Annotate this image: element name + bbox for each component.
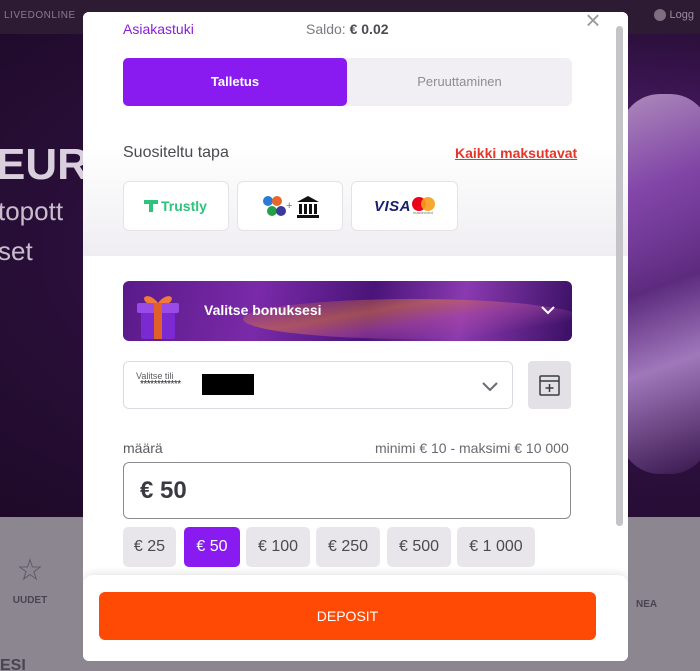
preset-amount-250[interactable]: € 250	[316, 527, 380, 567]
hero-subheading-2: set	[0, 236, 33, 266]
amount-input[interactable]	[123, 462, 571, 519]
preset-amount-500[interactable]: € 500	[387, 527, 451, 567]
background-nav-right: NEA	[636, 599, 658, 610]
bonus-selector[interactable]: Valitse bonuksesi	[123, 281, 572, 341]
preferred-method-title: Suositeltu tapa	[123, 144, 229, 161]
hero-heading: EUR	[0, 140, 89, 189]
amount-limits: minimi € 10 - maksimi € 10 000	[375, 440, 569, 456]
payment-method-bank[interactable]: +	[237, 181, 343, 231]
tab-withdraw[interactable]: Peruuttaminen	[347, 58, 572, 106]
balance-label: Saldo:	[306, 21, 346, 37]
star-icon: ☆	[16, 554, 44, 587]
bank-transfer-icon: +	[263, 195, 319, 219]
trustly-logo: Trustly	[144, 198, 207, 214]
payment-method-card[interactable]: VISA mastercard	[351, 181, 458, 231]
chevron-down-icon	[541, 306, 555, 315]
bonus-selector-label: Valitse bonuksesi	[204, 302, 322, 318]
tab-bar: Talletus Peruuttaminen	[123, 58, 572, 106]
hero-subheading: topott	[0, 196, 64, 226]
modal-footer: DEPOSIT	[83, 575, 628, 661]
balance-value: € 0.02	[349, 21, 389, 37]
visa-logo: VISA	[374, 198, 412, 215]
preset-amount-50[interactable]: € 50	[184, 527, 240, 567]
preset-amount-1000[interactable]: € 1 000	[457, 527, 535, 567]
hero-art	[620, 94, 700, 474]
background-section-title: ESI	[0, 657, 26, 671]
deposit-modal: Asiakastuki Saldo: € 0.02 × Talletus Per…	[83, 12, 628, 661]
redacted-account-number	[202, 374, 254, 395]
preset-amount-25[interactable]: € 25	[123, 527, 176, 567]
user-icon	[653, 9, 666, 21]
add-card-icon	[539, 375, 560, 396]
account-select-value: ************	[140, 379, 181, 390]
account-select[interactable]: Valitse tili ************	[123, 361, 513, 409]
background-nav-new: ☆ UUDET	[6, 554, 54, 607]
close-icon[interactable]: ×	[581, 12, 605, 34]
background-login: Logg	[653, 9, 694, 21]
scrollbar[interactable]	[616, 26, 623, 526]
deposit-button[interactable]: DEPOSIT	[99, 592, 596, 640]
chevron-down-icon	[482, 382, 498, 392]
mastercard-logo: mastercard	[412, 197, 436, 215]
amount-label: määrä	[123, 440, 163, 456]
payment-method-trustly[interactable]: Trustly	[123, 181, 229, 231]
add-account-button[interactable]	[528, 361, 571, 409]
balance-display: Saldo: € 0.02	[306, 21, 389, 37]
all-payment-methods-link[interactable]: Kaikki maksutavat	[455, 145, 577, 161]
background-topbar-text: LIVEDONLINE	[4, 10, 76, 21]
support-link[interactable]: Asiakastuki	[123, 21, 194, 37]
gift-icon	[137, 296, 179, 339]
preset-amount-100[interactable]: € 100	[246, 527, 310, 567]
tab-deposit[interactable]: Talletus	[123, 58, 347, 106]
